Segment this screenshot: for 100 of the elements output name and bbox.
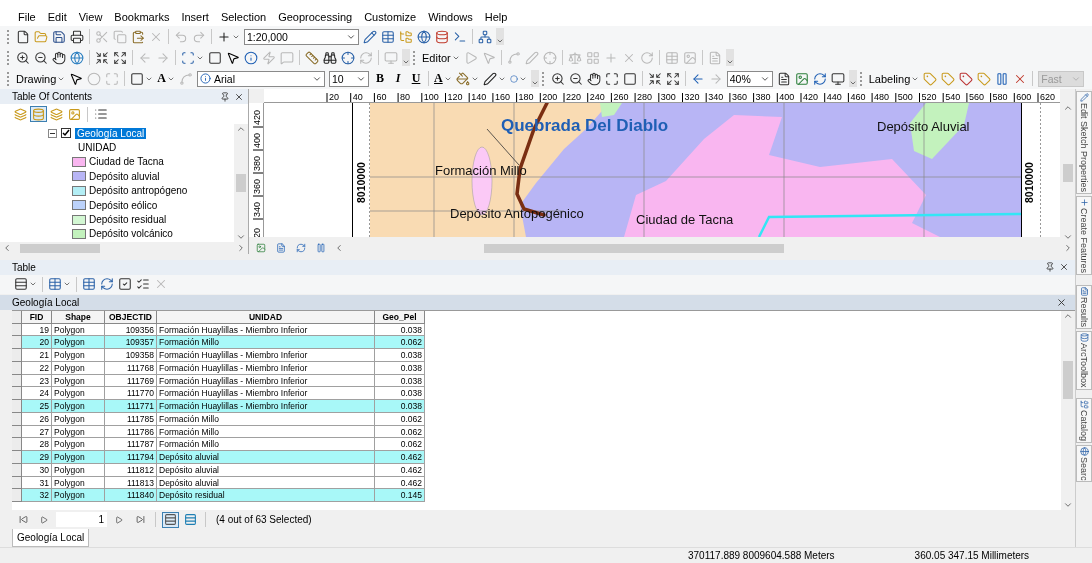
table-cell: Depósito residual [157,489,375,503]
map-label: Ciudad de Tacna [636,212,734,227]
legend-label: Ciudad de Tacna [89,156,164,168]
table-cell: 20 [22,336,52,350]
ruler-label: 540 [945,92,961,102]
dock-tab[interactable]: Catalog [1076,397,1092,443]
ruler-label: 180 [518,92,534,102]
font-dropdown[interactable]: Arial [197,70,326,87]
legend-field-name: UNIDAD [78,142,117,154]
menu-item[interactable]: View [72,11,109,23]
dock-tab[interactable]: Searc [1076,444,1092,483]
table-cell: 25 [22,400,52,413]
labeling-menu-button[interactable]: Labeling [866,69,922,88]
ruler-label: 600 [1016,92,1032,102]
ruler-label: 260 [613,92,629,102]
table-cell: 111840 [105,489,157,503]
ruler-label: 360 [252,178,262,194]
table-cell: 0.038 [375,387,425,401]
column-header[interactable]: Geo_Pel [375,310,425,324]
table-layer-name: Geología Local [12,297,80,309]
table-cell: Formación Millo [157,336,375,350]
ruler-label: 380 [252,155,262,171]
ruler-label: 20 [329,92,339,102]
record-field[interactable]: 1 [56,512,107,528]
menu-item[interactable]: Bookmarks [108,11,176,23]
ruler-label: 360 [731,92,747,102]
dock-tab[interactable]: ArcToolbox [1076,331,1092,390]
bold-button[interactable]: B [371,69,390,88]
table-cell: 109358 [105,349,157,362]
table-cell: Depósito aluvial [157,451,375,464]
map-coordinates: 370117.889 8009604.588 Meters [688,550,835,561]
ruler-label: 140 [471,92,487,102]
table-cell: 32 [22,489,52,503]
table-cell: 0.462 [375,451,425,464]
ruler-label: 320 [684,92,700,102]
drawing-menu-button[interactable]: Drawing [14,69,68,88]
menu-item[interactable]: Customize [358,11,423,23]
ruler-label: 100 [423,92,439,102]
underline-button[interactable]: U [407,69,426,88]
ruler-label: 60 [376,92,387,102]
table-cell: Formación Huaylillas - Miembro Inferior [157,400,375,413]
table-tab[interactable]: Geología Local [12,529,90,547]
table-cell: 0.062 [375,336,425,350]
column-header[interactable]: Shape [52,310,105,324]
ruler-label: 200 [542,92,558,102]
dock-tab[interactable]: Results [1076,285,1092,330]
ruler-label: 480 [874,92,890,102]
dock-tab[interactable]: Create Features [1076,196,1092,276]
grid-coordinate-label: 8010000 [355,162,367,203]
column-header[interactable]: OBJECTID [105,310,157,324]
italic-button[interactable]: I [389,69,408,88]
selection-count: (4 out of 63 Selected) [216,514,312,526]
scale-dropdown[interactable]: 1:20,000 [244,28,359,45]
ruler-label: 400 [779,92,795,102]
table-cell: 0.038 [375,349,425,362]
table-cell: 0.038 [375,400,425,413]
ruler-label: 240 [589,92,605,102]
table-cell: Polygon [52,400,105,413]
ruler-label: 580 [992,92,1008,102]
table-cell: 28 [22,438,52,452]
column-header[interactable]: FID [22,310,52,324]
ruler-label: 280 [637,92,653,102]
table-cell: Formación Huaylillas - Miembro Inferior [157,349,375,362]
table-cell: 109357 [105,336,157,350]
legend-label: Depósito eólico [89,199,158,211]
menu-item[interactable]: Help [478,11,514,23]
column-header[interactable]: UNIDAD [157,310,375,324]
table-cell: 29 [22,451,52,464]
ruler-label: 80 [400,92,411,102]
ruler-label: 300 [660,92,676,102]
font-color-button[interactable]: A [432,69,454,88]
font-size-dropdown[interactable]: 10 [329,70,370,87]
legend-label: Depósito residual [89,214,167,226]
table-cell: Polygon [52,349,105,362]
menu-item[interactable]: Edit [41,11,73,23]
ruler-label: 500 [897,92,913,102]
menu-item[interactable]: File [12,11,42,23]
table-cell: 24 [22,387,52,401]
menu-item[interactable]: Geoprocessing [272,11,359,23]
table-cell: 0.145 [375,489,425,503]
legend-label: Depósito volcánico [89,228,173,240]
text-tool-button[interactable]: A [155,69,178,88]
ruler-label: 120 [447,92,463,102]
editor-menu-button[interactable]: Editor [420,48,462,67]
ruler-label: 340 [708,92,724,102]
menu-item[interactable]: Selection [214,11,273,23]
layout-zoom-dropdown[interactable]: 40% [726,70,773,87]
pane-title: Table Of Contents [12,91,93,102]
dock-tab[interactable]: Edit Sketch Properties [1076,91,1092,195]
menu-item[interactable]: Windows [422,11,479,23]
ruler-label: 160 [494,92,510,102]
table-cell: 111770 [105,387,157,401]
table-cell: Polygon [52,336,105,350]
grid-coordinate-label: 8010000 [1023,162,1035,203]
menu-item[interactable]: Insert [175,11,215,23]
layer-name[interactable]: Geología Local [75,127,147,139]
legend-label: Depósito antropógeno [89,185,188,197]
ruler-label: 40 [352,92,363,102]
ruler-label: 420 [803,92,819,102]
ruler-label: 440 [826,92,842,102]
